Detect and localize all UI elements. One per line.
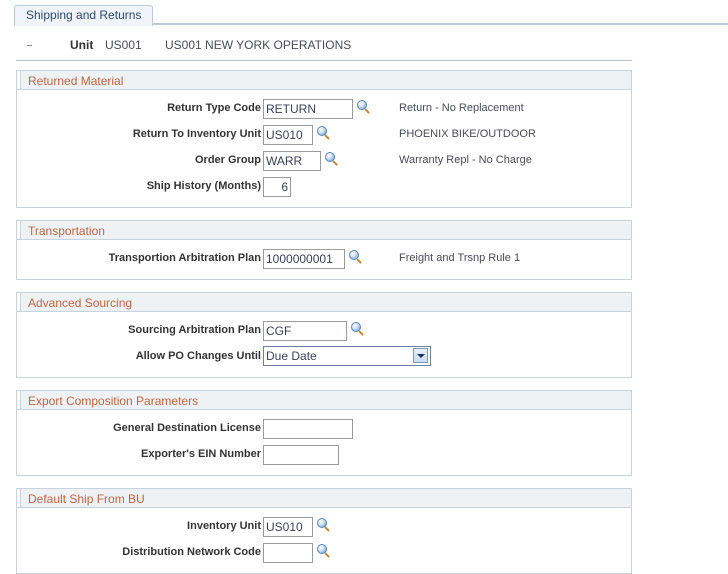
field-label: Distribution Network Code [122,546,261,558]
field-label: Exporter's EIN Number [141,448,261,460]
field-label: Sourcing Arbitration Plan [128,324,261,336]
group-accent-bar [17,71,21,89]
field-label: Transportion Arbitration Plan [108,252,261,264]
tab-shipping-and-returns[interactable]: Shipping and Returns [14,5,154,26]
field-label: Return Type Code [167,102,261,114]
group-header: Export Composition Parameters [16,390,632,410]
magnifier-handle [324,134,330,140]
group-title: Transportation [28,224,105,238]
group-box: Advanced Sourcing Sourcing Arbitration Pl… [16,292,632,378]
group-header: Returned Material [16,70,632,90]
group-box: Returned Material Return Type Code Return … [16,70,632,208]
group-title: Advanced Sourcing [28,296,133,310]
field-row: Distribution Network Code [17,541,631,567]
field-row: Ship History (Months) [17,175,631,201]
magnifier-handle [364,108,370,114]
field-input[interactable] [263,543,313,563]
group-accent-bar [17,293,21,311]
field-label-cell: Ship History (Months) [17,175,261,201]
field-label-cell: Exporter's EIN Number [17,443,261,469]
field-row: Return To Inventory Unit PHOENIX BIKE/OUT… [17,123,631,149]
group-title: Default Ship From BU [28,492,145,506]
magnifier-handle [356,258,362,264]
field-label-cell: Inventory Unit [17,515,261,541]
group-body: Return Type CodeReturn - No ReplacementR… [16,90,632,208]
field-label: Return To Inventory Unit [132,128,261,140]
magnifier-handle [324,552,330,558]
group-body: Inventory Unit Distribution Network Code [16,508,632,574]
field-description: Warranty Repl - No Charge [399,154,532,166]
field-input[interactable] [263,177,291,197]
group-body: General Destination License Exporter's EI… [16,410,632,476]
field-input[interactable] [263,517,313,537]
field-label-cell: Sourcing Arbitration Plan [17,319,261,345]
group-box: Default Ship From BU Inventory Unit Distri… [16,488,632,574]
header-divider [16,60,632,61]
field-description: Return - No Replacement [399,102,524,114]
lookup-magnifier-icon[interactable] [325,152,339,166]
group-title: Export Composition Parameters [28,394,199,408]
field-input[interactable] [263,125,313,145]
field-label: Ship History (Months) [146,180,261,192]
lookup-magnifier-icon[interactable] [349,250,363,264]
lookup-magnifier-icon[interactable] [317,126,331,140]
field-input[interactable] [263,99,353,119]
lookup-magnifier-icon[interactable] [317,544,331,558]
unit-description: US001 NEW YORK OPERATIONS [165,38,352,52]
group-title: Returned Material [28,74,124,88]
field-row: Exporter's EIN Number [17,443,631,469]
field-label: Allow PO Changes Until [135,350,261,362]
group-body: Transportion Arbitration Plan Freight and… [16,240,632,280]
field-label-cell: Return To Inventory Unit [17,123,261,149]
field-description: Freight and Trsnp Rule 1 [399,252,521,264]
allow-po-changes-until-select[interactable]: Due Date [263,346,431,366]
magnifier-handle [332,160,338,166]
magnifier-handle [324,526,330,532]
group-header: Advanced Sourcing [16,292,632,312]
group-accent-bar [17,489,21,507]
field-input[interactable] [263,249,345,269]
field-label: Order Group [194,154,261,166]
field-row: Sourcing Arbitration Plan [17,319,631,345]
field-label-cell: Return Type Code [17,97,261,123]
field-label-cell: Transportion Arbitration Plan [17,247,261,273]
field-row: Inventory Unit [17,515,631,541]
field-row: General Destination License [17,417,631,443]
unit-header-row: Unit US001 US001 NEW YORK OPERATIONS [0,36,728,58]
collapse-dash-icon [27,45,32,46]
field-label-cell: Order Group [17,149,261,175]
lookup-magnifier-icon[interactable] [317,518,331,532]
field-label-cell: Distribution Network Code [17,541,261,567]
group-box: Transportation Transportion Arbitration P… [16,220,632,280]
lookup-magnifier-icon[interactable] [351,322,365,336]
group-header: Transportation [16,220,632,240]
field-row: Transportion Arbitration Plan Freight and… [17,247,631,273]
lookup-magnifier-icon[interactable] [357,100,371,114]
field-input[interactable] [263,445,339,465]
unit-value: US001 [105,38,142,52]
group-box: Export Composition Parameters General Des… [16,390,632,476]
field-label: General Destination License [113,422,261,434]
field-input[interactable] [263,419,353,439]
group-accent-bar [17,221,21,239]
field-row: Return Type Code Return - No Replacement [17,97,631,123]
field-label-cell: General Destination License [17,417,261,443]
magnifier-handle [358,330,364,336]
group-body: Sourcing Arbitration Plan Allow PO Change… [16,312,632,378]
group-accent-bar [17,391,21,409]
tab-strip: Shipping and Returns [0,0,728,26]
field-row: Allow PO Changes Until Due Date [17,345,631,371]
field-label: Inventory Unit [187,520,261,532]
group-header: Default Ship From BU [16,488,632,508]
field-label-cell: Allow PO Changes Until [17,345,261,371]
field-row: Order Group Warranty Repl - No Charge [17,149,631,175]
field-input[interactable] [263,321,347,341]
unit-label: Unit [70,38,94,52]
field-input[interactable] [263,151,321,171]
field-description: PHOENIX BIKE/OUTDOOR [399,128,536,140]
